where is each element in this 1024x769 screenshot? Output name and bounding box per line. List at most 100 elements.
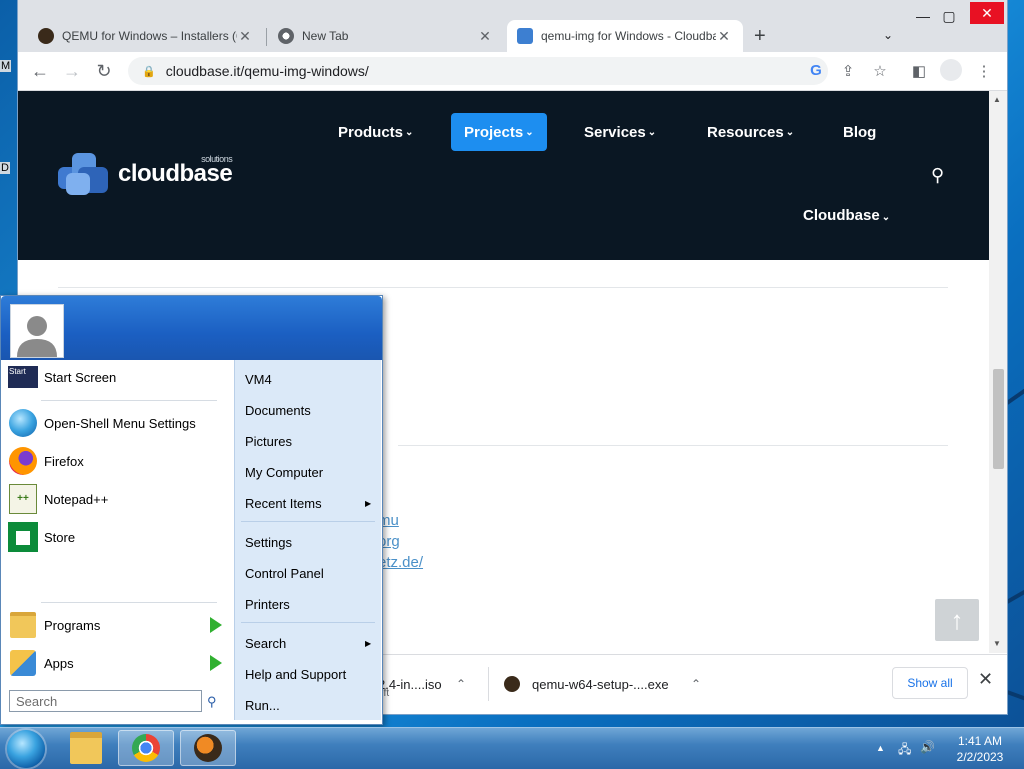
notepadpp-icon: ++ (8, 484, 38, 514)
show-all-button[interactable]: Show all (892, 667, 968, 699)
start-menu-link-settings[interactable]: Settings (245, 535, 375, 550)
start-menu-left-pane: Start Start Screen Open-Shell Menu Setti… (1, 360, 234, 724)
address-bar[interactable]: 🔒 cloudbase.it/qemu-img-windows/ (128, 57, 828, 85)
start-menu-item-firefox[interactable]: Firefox (1, 445, 231, 477)
start-menu-item-start-screen[interactable]: Start Start Screen (1, 361, 231, 393)
start-menu-right-pane: VM4 Documents Pictures My Computer Recen… (234, 360, 381, 720)
desktop-wallpaper-line (1006, 580, 1024, 604)
start-screen-icon: Start (8, 362, 38, 392)
chevron-up-icon[interactable]: ⌃ (456, 663, 466, 705)
tab-qemu-img[interactable]: qemu-img for Windows - Cloudba ✕ (507, 20, 743, 52)
folder-icon (70, 732, 102, 764)
close-icon[interactable]: ✕ (716, 28, 732, 45)
store-icon (8, 522, 38, 552)
chevron-right-icon[interactable] (210, 617, 222, 633)
nav-projects[interactable]: Projects ⌄ (451, 113, 547, 151)
start-menu-link-recent-items[interactable]: Recent Items (245, 496, 375, 511)
chrome-icon (132, 734, 160, 762)
qemu-icon (194, 734, 222, 762)
start-menu-item-open-shell-settings[interactable]: Open-Shell Menu Settings (1, 407, 231, 439)
maximize-icon[interactable]: ▢ (934, 8, 964, 25)
nav-cloudbase[interactable]: Cloudbase ⌄ (803, 207, 890, 224)
taskbar: ▲ 🖧 🔊 1:41 AM 2/2/2023 (0, 727, 1024, 769)
start-menu-link-documents[interactable]: Documents (245, 403, 375, 418)
start-menu-link-control-panel[interactable]: Control Panel (245, 566, 375, 581)
forward-arrow-icon[interactable]: → (61, 60, 83, 82)
close-icon[interactable]: ✕ (477, 28, 493, 45)
desktop-icon-label-edge[interactable]: M (0, 60, 12, 72)
nav-resources[interactable]: Resources ⌄ (707, 113, 794, 151)
back-to-top-arrow-icon[interactable]: ↑ (935, 599, 979, 641)
scroll-thumb[interactable] (993, 369, 1004, 469)
start-menu-divider (241, 622, 375, 623)
scroll-up-icon[interactable]: ▲ (993, 95, 1001, 104)
back-arrow-icon[interactable]: ← (29, 60, 51, 82)
url-text[interactable]: cloudbase.it/qemu-img-windows/ (166, 63, 369, 79)
taskbar-chrome[interactable] (118, 730, 174, 766)
tab-new-tab[interactable]: New Tab ✕ (268, 20, 504, 52)
search-icon[interactable]: ⚲ (931, 165, 944, 186)
taskbar-clock[interactable]: 1:41 AM 2/2/2023 (950, 733, 1010, 765)
start-orb-icon[interactable] (7, 730, 45, 768)
start-menu-item-store[interactable]: Store (1, 521, 231, 553)
start-menu-item-programs[interactable]: Programs (1, 609, 231, 641)
new-tab-button[interactable]: + (754, 20, 778, 52)
taskbar-qemu[interactable] (180, 730, 236, 766)
start-menu-item-notepadpp[interactable]: ++ Notepad++ (1, 483, 231, 515)
start-menu-link-search[interactable]: Search (245, 636, 375, 651)
reload-icon[interactable]: ↻ (93, 60, 115, 82)
cloudbase-logo[interactable]: cloudbase solutions (58, 153, 233, 195)
apps-icon (8, 648, 38, 678)
tab-qemu-installers[interactable]: QEMU for Windows – Installers (6 ✕ (28, 20, 266, 52)
nav-services[interactable]: Services ⌄ (584, 113, 656, 151)
download-item-exe[interactable]: qemu-w64-setup-....exe (504, 663, 669, 705)
taskbar-file-explorer[interactable] (58, 730, 114, 766)
tab-label: QEMU for Windows – Installers (6 (62, 29, 237, 43)
share-icon[interactable]: ⇪ (838, 62, 858, 80)
cloudbase-logo-mark (58, 153, 110, 195)
start-menu-link-help-support[interactable]: Help and Support (245, 667, 375, 682)
start-menu-item-label: Open-Shell Menu Settings (44, 415, 196, 431)
start-menu-item-apps[interactable]: Apps (1, 647, 231, 679)
google-icon[interactable]: G (806, 62, 826, 79)
logo-wordmark: cloudbase solutions (118, 154, 233, 187)
start-menu-link-vm4[interactable]: VM4 (245, 372, 375, 387)
firefox-icon (8, 446, 38, 476)
chevron-up-icon[interactable]: ⌃ (691, 663, 701, 705)
content-divider (58, 287, 948, 288)
partial-link[interactable]: etz.de/ (378, 554, 423, 571)
start-menu-item-label: Firefox (44, 453, 84, 469)
qemu-icon (38, 28, 54, 44)
start-menu-link-printers[interactable]: Printers (245, 597, 375, 612)
site-header: cloudbase solutions Products ⌄ Projects ⌄ … (18, 91, 989, 260)
close-icon[interactable]: ✕ (978, 669, 993, 690)
user-avatar-icon[interactable] (10, 304, 64, 358)
tab-strip: QEMU for Windows – Installers (6 ✕ New T… (18, 0, 1007, 52)
bookmark-star-icon[interactable]: ☆ (870, 62, 890, 80)
start-menu-link-pictures[interactable]: Pictures (245, 434, 375, 449)
window-close-icon[interactable]: ✕ (970, 2, 1004, 24)
nav-blog[interactable]: Blog (843, 113, 876, 151)
start-menu-divider (41, 602, 217, 603)
profile-avatar-icon[interactable] (940, 59, 962, 81)
chevron-right-icon[interactable] (210, 655, 222, 671)
side-panel-icon[interactable]: ◧ (909, 62, 929, 80)
tray-expand-icon[interactable]: ▲ (876, 743, 885, 753)
start-menu-link-run[interactable]: Run... (245, 698, 375, 713)
page-scrollbar[interactable]: ▲ ▼ (989, 91, 1007, 653)
start-menu-link-my-computer[interactable]: My Computer (245, 465, 375, 480)
start-menu-search-input[interactable]: Search (9, 690, 202, 712)
download-filename: qemu-w64-setup-....exe (532, 676, 669, 692)
clock-date: 2/2/2023 (956, 750, 1004, 764)
close-icon[interactable]: ✕ (237, 28, 253, 45)
desktop-icon-label-edge[interactable]: D (0, 162, 10, 174)
kebab-menu-icon[interactable]: ⋮ (974, 62, 994, 80)
network-icon[interactable]: 🖧 (898, 740, 911, 761)
chevron-down-icon[interactable]: ⌄ (873, 28, 903, 42)
start-menu-item-label: Notepad++ (44, 491, 109, 507)
search-icon[interactable]: ⚲ (207, 694, 217, 710)
scroll-down-icon[interactable]: ▼ (993, 639, 1001, 648)
start-menu-header (1, 296, 382, 360)
nav-products[interactable]: Products ⌄ (338, 113, 413, 151)
volume-icon[interactable]: 🔊 (920, 740, 935, 754)
